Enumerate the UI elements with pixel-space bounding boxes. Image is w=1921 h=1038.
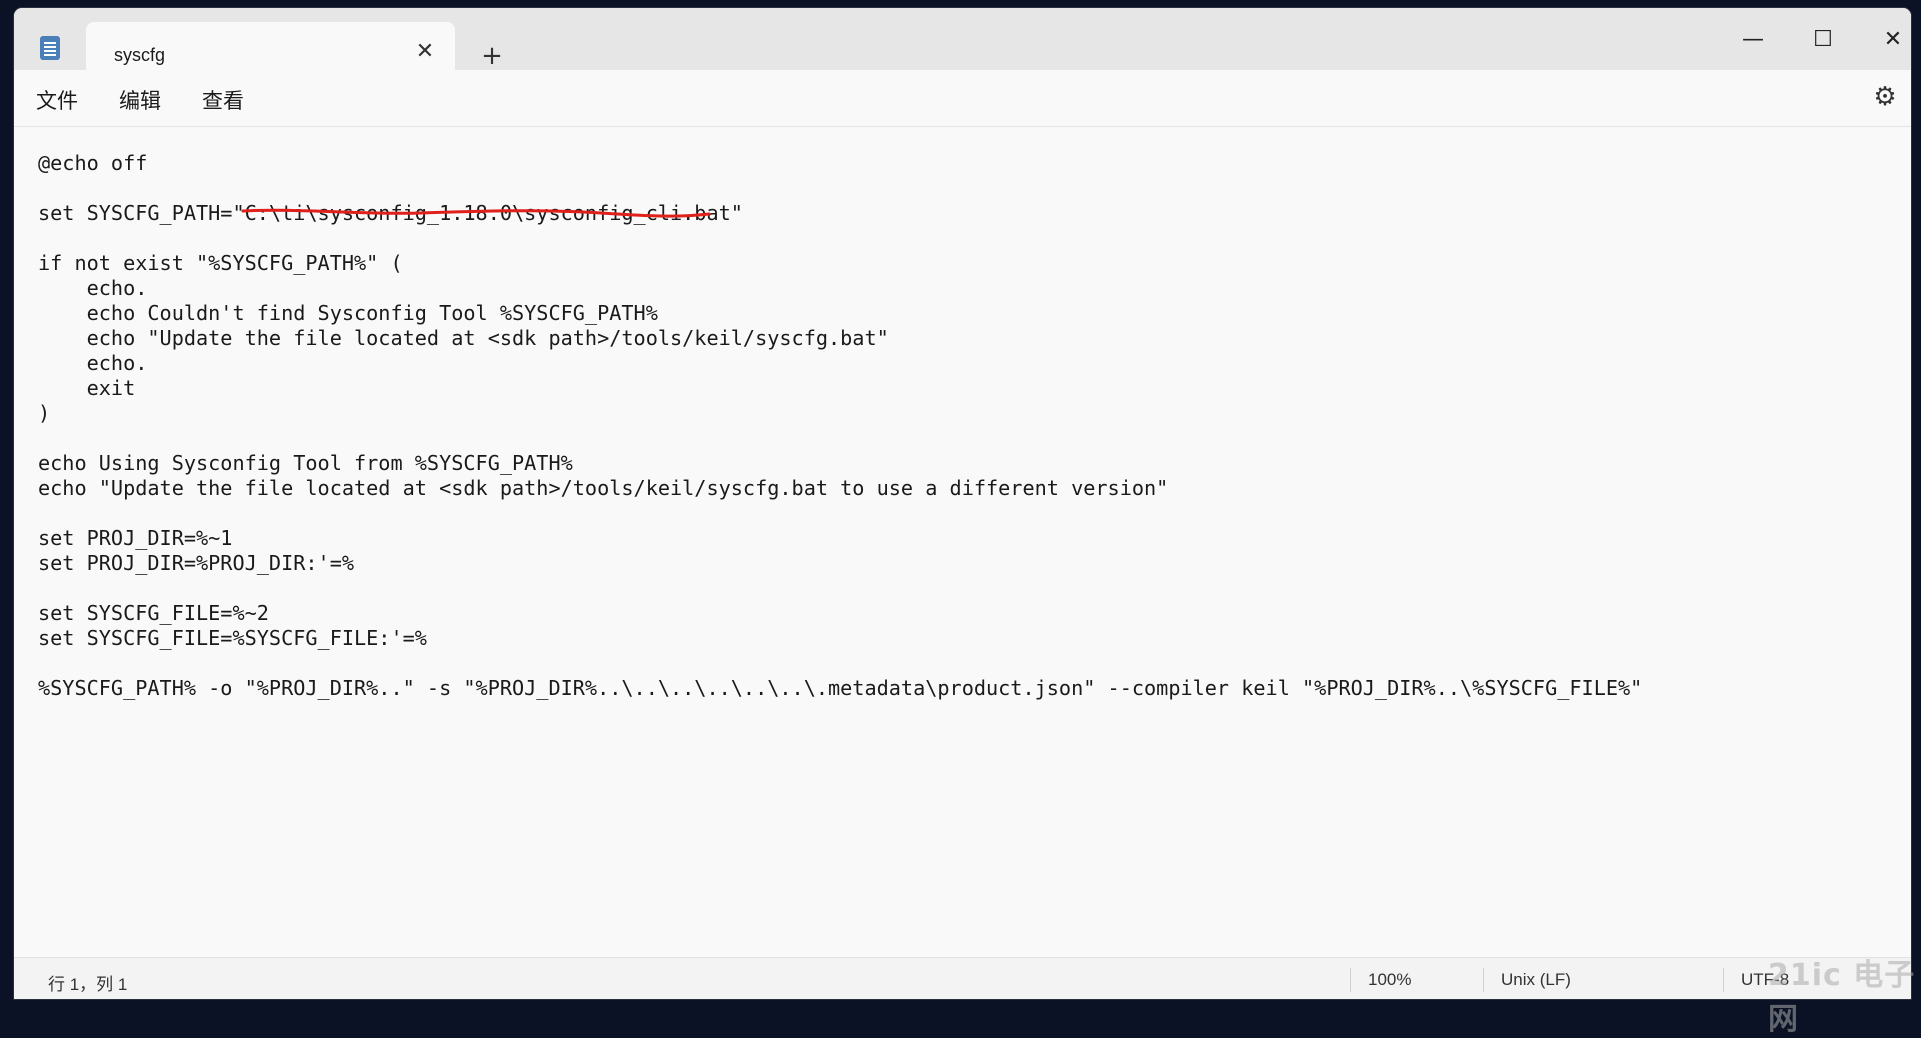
zoom-level[interactable]: 100% — [1368, 970, 1411, 990]
close-tab-icon[interactable]: ✕ — [414, 41, 436, 63]
menu-bar: 文件 编辑 查看 ⚙ — [14, 70, 1911, 127]
code-line[interactable] — [38, 501, 1642, 526]
code-line[interactable]: echo Couldn't find Sysconfig Tool %SYSCF… — [38, 301, 1642, 326]
title-bar[interactable]: syscfg ✕ + — ☐ ✕ — [14, 8, 1911, 72]
status-divider — [1483, 968, 1484, 992]
settings-gear-icon[interactable]: ⚙ — [1870, 82, 1900, 112]
code-line[interactable]: echo Using Sysconfig Tool from %SYSCFG_P… — [38, 451, 1642, 476]
close-window-button[interactable]: ✕ — [1870, 20, 1911, 60]
code-line[interactable]: %SYSCFG_PATH% -o "%PROJ_DIR%.." -s "%PRO… — [38, 676, 1642, 701]
code-line[interactable]: if not exist "%SYSCFG_PATH%" ( — [38, 251, 1642, 276]
cursor-position[interactable]: 行 1，列 1 — [48, 970, 127, 995]
text-editor-area[interactable]: @echo off set SYSCFG_PATH="C:\ti\sysconfi… — [14, 127, 1911, 957]
minimize-button[interactable]: — — [1730, 20, 1776, 60]
menu-edit[interactable]: 编辑 — [119, 85, 161, 115]
code-line[interactable]: set SYSCFG_FILE=%SYSCFG_FILE:'=% — [38, 626, 1642, 651]
status-divider — [1350, 968, 1351, 992]
code-line[interactable]: @echo off — [38, 151, 1642, 176]
menu-view[interactable]: 查看 — [202, 85, 244, 115]
code-line[interactable] — [38, 651, 1642, 676]
status-bar: 行 1，列 1 100% Unix (LF) UTF-8 — [14, 957, 1911, 999]
code-line[interactable]: exit — [38, 376, 1642, 401]
code-text[interactable]: @echo off set SYSCFG_PATH="C:\ti\sysconfi… — [38, 151, 1642, 701]
line-ending[interactable]: Unix (LF) — [1501, 970, 1571, 990]
code-line[interactable]: ) — [38, 401, 1642, 426]
tab-syscfg[interactable]: syscfg ✕ — [86, 22, 455, 72]
code-line[interactable]: set PROJ_DIR=%PROJ_DIR:'=% — [38, 551, 1642, 576]
status-divider — [1723, 968, 1724, 992]
watermark-logo: 21ic 电子网 — [1768, 958, 1916, 1037]
tab-title: syscfg — [114, 45, 166, 65]
code-line[interactable] — [38, 226, 1642, 251]
new-tab-button[interactable]: + — [478, 42, 506, 70]
red-underline-annotation — [241, 208, 711, 218]
code-line[interactable]: echo. — [38, 351, 1642, 376]
notepad-window: syscfg ✕ + — ☐ ✕ 文件 编辑 查看 ⚙ @echo off set… — [14, 8, 1911, 999]
code-line[interactable] — [38, 576, 1642, 601]
menu-file[interactable]: 文件 — [36, 85, 78, 115]
notepad-app-icon — [40, 36, 60, 60]
code-line[interactable]: echo. — [38, 276, 1642, 301]
code-line[interactable] — [38, 426, 1642, 451]
maximize-button[interactable]: ☐ — [1800, 20, 1846, 60]
code-line[interactable]: echo "Update the file located at <sdk pa… — [38, 326, 1642, 351]
code-line[interactable]: set SYSCFG_FILE=%~2 — [38, 601, 1642, 626]
code-line[interactable]: set PROJ_DIR=%~1 — [38, 526, 1642, 551]
code-line[interactable]: echo "Update the file located at <sdk pa… — [38, 476, 1642, 501]
code-line[interactable] — [38, 176, 1642, 201]
